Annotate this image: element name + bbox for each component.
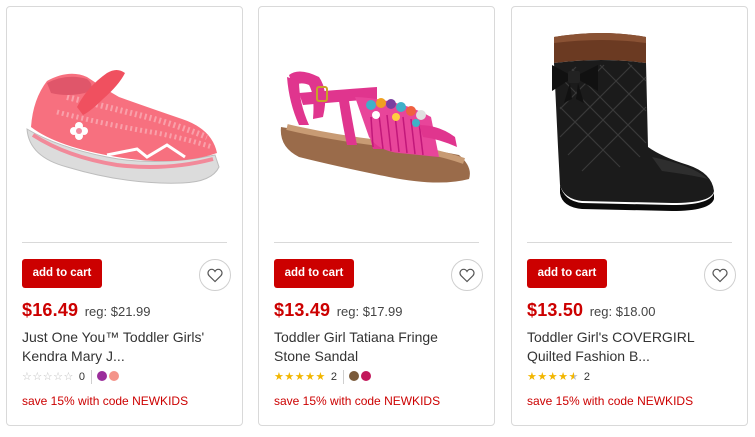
heart-outline-icon <box>712 268 728 282</box>
product-title-line1: Toddler Girl's COVERGIRL <box>527 329 695 345</box>
price-row: $13.49 reg: $17.99 <box>274 300 403 321</box>
favorite-button[interactable] <box>451 259 483 291</box>
promo-text: save 15% with code NEWKIDS <box>527 394 694 408</box>
pink-sandal-illustration <box>280 71 470 183</box>
star-filled-icon: ★ <box>527 371 538 383</box>
sale-price: $16.49 <box>22 300 79 320</box>
add-to-cart-button[interactable]: add to cart <box>22 259 102 288</box>
heart-outline-icon <box>207 268 223 282</box>
product-title-line1: Just One You™ Toddler Girls' <box>22 329 205 345</box>
separator <box>343 370 344 384</box>
heart-outline-icon <box>459 268 475 282</box>
color-swatches <box>97 368 121 386</box>
color-swatch[interactable] <box>97 371 107 381</box>
rating-row: ☆☆☆☆☆ 0 <box>22 370 121 384</box>
star-rating: ☆☆☆☆☆ <box>22 370 74 384</box>
product-title[interactable]: Just One You™ Toddler Girls' Kendra Mary… <box>22 328 232 366</box>
sale-price: $13.49 <box>274 300 331 320</box>
star-filled-icon: ★ <box>294 371 306 383</box>
product-card[interactable]: add to cart $13.50 reg: $18.00 Toddler G… <box>511 6 748 426</box>
review-count: 2 <box>583 371 590 383</box>
star-empty-icon: ☆ <box>42 371 54 383</box>
color-swatch[interactable] <box>349 371 359 381</box>
star-half-icon: ★ <box>568 371 579 383</box>
product-title[interactable]: Toddler Girl Tatiana Fringe Stone Sandal <box>274 328 484 366</box>
color-swatch[interactable] <box>361 371 371 381</box>
card-divider <box>22 242 227 243</box>
pink-sneaker-illustration <box>26 70 220 184</box>
review-count: 0 <box>78 371 85 383</box>
star-filled-icon: ★ <box>284 371 295 383</box>
add-to-cart-button[interactable]: add to cart <box>274 259 354 288</box>
star-filled-icon: ★ <box>537 371 548 383</box>
separator <box>91 370 92 384</box>
product-title-line2: Quilted Fashion B... <box>527 348 650 364</box>
price-row: $16.49 reg: $21.99 <box>22 300 151 321</box>
rating-row: ★★★★★ 2 <box>527 370 590 384</box>
product-image-boot[interactable] <box>512 7 747 239</box>
star-filled-icon: ★ <box>274 371 285 383</box>
card-divider <box>274 242 479 243</box>
star-filled-icon: ★ <box>547 371 559 383</box>
star-empty-icon: ☆ <box>63 371 74 383</box>
star-filled-icon: ★ <box>315 371 326 383</box>
star-rating: ★★★★★ <box>274 370 326 384</box>
product-title[interactable]: Toddler Girl's COVERGIRL Quilted Fashion… <box>527 328 737 366</box>
favorite-button[interactable] <box>704 259 736 291</box>
sale-price: $13.50 <box>527 300 584 320</box>
star-filled-icon: ★ <box>305 371 316 383</box>
rating-row: ★★★★★ 2 <box>274 370 373 384</box>
star-empty-icon: ☆ <box>22 371 33 383</box>
color-swatch[interactable] <box>109 371 119 381</box>
star-empty-icon: ☆ <box>32 371 43 383</box>
star-rating: ★★★★★ <box>527 370 579 384</box>
promo-text: save 15% with code NEWKIDS <box>274 394 441 408</box>
product-card[interactable]: add to cart $13.49 reg: $17.99 Toddler G… <box>258 6 495 426</box>
product-title-line1: Toddler Girl Tatiana Fringe <box>274 329 438 345</box>
product-image-sandal[interactable] <box>259 7 494 239</box>
product-grid: add to cart $16.49 reg: $21.99 Just One … <box>0 0 755 437</box>
black-boot-illustration <box>552 33 714 211</box>
product-title-line2: Kendra Mary J... <box>22 348 125 364</box>
star-filled-icon: ★ <box>558 371 569 383</box>
add-to-cart-button[interactable]: add to cart <box>527 259 607 288</box>
product-image-sneaker[interactable] <box>7 7 242 239</box>
promo-text: save 15% with code NEWKIDS <box>22 394 189 408</box>
favorite-button[interactable] <box>199 259 231 291</box>
star-empty-icon: ☆ <box>53 371 64 383</box>
price-row: $13.50 reg: $18.00 <box>527 300 656 321</box>
product-title-line2: Stone Sandal <box>274 348 359 364</box>
product-card[interactable]: add to cart $16.49 reg: $21.99 Just One … <box>6 6 243 426</box>
color-swatches <box>349 368 373 386</box>
regular-price: reg: $18.00 <box>589 304 656 319</box>
regular-price: reg: $17.99 <box>336 304 403 319</box>
regular-price: reg: $21.99 <box>84 304 151 319</box>
review-count: 2 <box>330 371 337 383</box>
card-divider <box>527 242 732 243</box>
